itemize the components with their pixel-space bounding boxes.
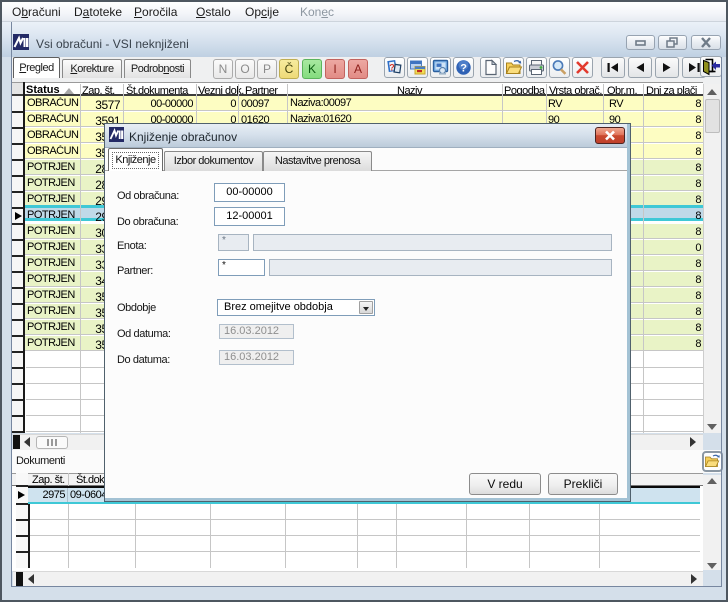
svg-text:?: ? bbox=[460, 63, 467, 75]
svg-text:?: ? bbox=[389, 63, 395, 73]
